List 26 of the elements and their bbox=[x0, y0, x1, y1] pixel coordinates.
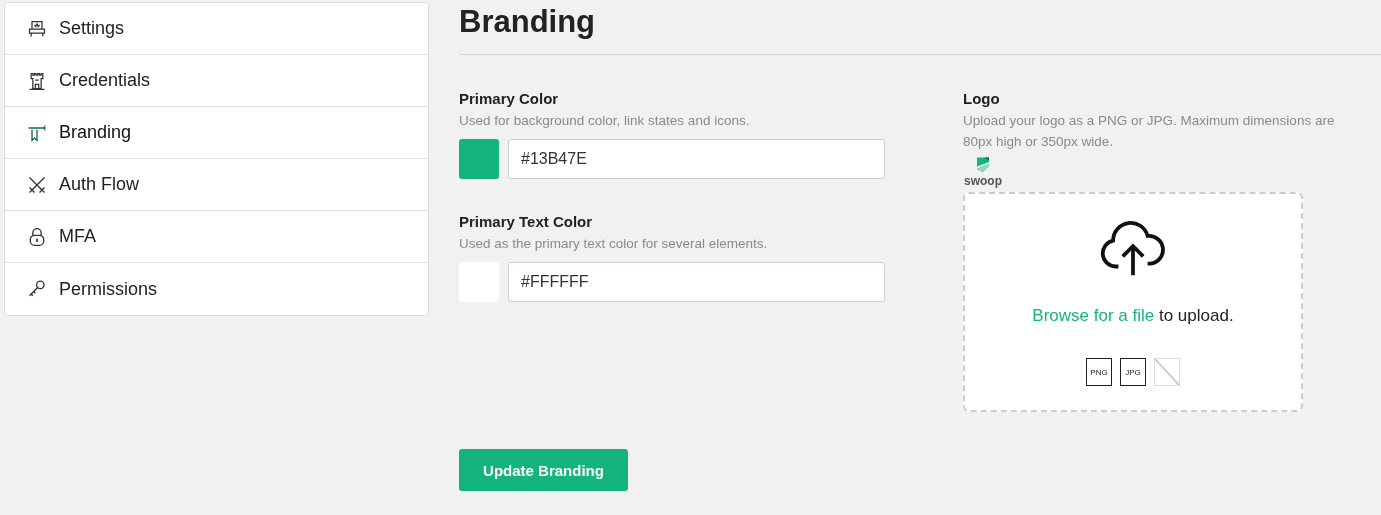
file-type-icon: PNG bbox=[1086, 358, 1112, 386]
sidebar-item[interactable]: Auth Flow bbox=[5, 159, 428, 211]
color-input-field[interactable]: #13B47E bbox=[508, 139, 885, 179]
logo-wordmark: swoop bbox=[964, 174, 1002, 188]
field-label: Primary Color bbox=[459, 90, 560, 107]
color-input-field[interactable]: #FFFFFF bbox=[508, 262, 885, 302]
field-hint: Used for background color, link states and icons. bbox=[459, 112, 751, 130]
throne-icon bbox=[27, 18, 47, 39]
sidebar-item[interactable]: Settings bbox=[5, 3, 428, 55]
page-title: Branding bbox=[459, 2, 1381, 55]
field-hint: Used as the primary text color for several elements. bbox=[459, 235, 769, 253]
sidebar-item[interactable]: Permissions bbox=[5, 263, 428, 315]
file-type-icon: JPG bbox=[1120, 358, 1146, 386]
color-swatch[interactable] bbox=[459, 139, 499, 179]
file-dropzone[interactable]: Browse for a file to upload. PNG JPG bbox=[963, 192, 1303, 412]
field-label: Logo bbox=[963, 90, 1001, 107]
padlock-icon bbox=[27, 226, 47, 247]
field-hint: Upload your logo as a PNG or JPG. Maximum dimensions are 80px high or 350px wide. bbox=[963, 112, 1336, 151]
sidebar-item[interactable]: Branding bbox=[5, 107, 428, 159]
tower-icon bbox=[27, 70, 47, 91]
sidebar-item[interactable]: MFA bbox=[5, 211, 428, 263]
field-label: Primary Text Color bbox=[459, 213, 594, 230]
upload-instruction: Browse for a file to upload. bbox=[1032, 306, 1234, 326]
crossed-swords-icon bbox=[27, 174, 47, 195]
key-icon bbox=[27, 279, 47, 299]
sidebar-item[interactable]: Credentials bbox=[5, 55, 428, 107]
